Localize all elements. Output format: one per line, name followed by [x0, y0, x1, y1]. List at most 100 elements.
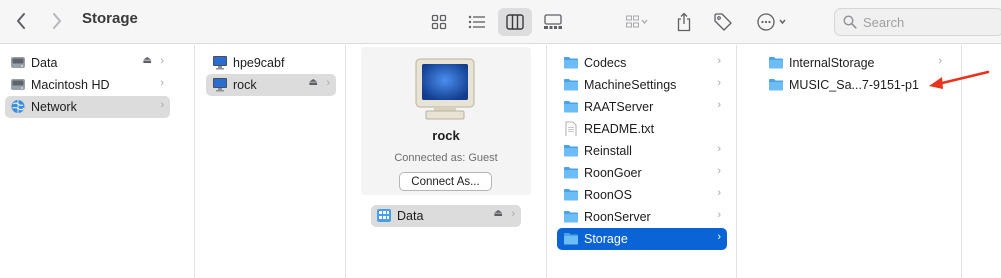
folder-item-roonos[interactable]: RoonOS ›	[557, 184, 727, 206]
sidebar-item-label: Macintosh HD	[31, 78, 110, 92]
file-item-readme-txt[interactable]: README.txt	[557, 118, 727, 140]
chevron-left-icon	[17, 13, 25, 29]
folder-item-music-share[interactable]: MUSIC_Sa...7-9151-p1 ›	[762, 74, 948, 96]
server-item-label: hpe9cabf	[233, 56, 285, 70]
folder-item-codecs[interactable]: Codecs ›	[557, 52, 727, 74]
folder-item-internalstorage[interactable]: InternalStorage ›	[762, 52, 948, 74]
more-actions-button[interactable]	[752, 8, 792, 36]
sidebar-item-macintosh-hd[interactable]: Macintosh HD ›	[5, 74, 170, 96]
folder-icon	[564, 145, 578, 157]
connect-as-button[interactable]: Connect As...	[399, 172, 492, 191]
magnifier-icon	[843, 15, 857, 29]
chevron-right-icon: ›	[160, 55, 164, 67]
chevron-right-icon: ›	[717, 165, 721, 177]
search-input[interactable]	[863, 14, 993, 30]
folder-item-roongoer[interactable]: RoonGoer ›	[557, 162, 727, 184]
folder-icon	[564, 211, 578, 223]
folder-item-label: README.txt	[584, 122, 655, 136]
folder-icon	[564, 233, 578, 245]
group-by-button[interactable]	[614, 9, 660, 35]
server-preview-card: rock Connected as: Guest Connect As...	[361, 47, 531, 195]
data-folder-column[interactable]: Codecs › MachineSettings › RAATServer › README…	[548, 45, 737, 278]
chevron-right-icon: ›	[717, 231, 721, 243]
back-button[interactable]	[8, 9, 34, 33]
column-view-button[interactable]	[498, 8, 532, 36]
folder-item-label: RoonServer	[584, 210, 651, 224]
folder-item-label: RAATServer	[584, 100, 654, 114]
shared-volume-icon	[377, 209, 391, 222]
ellipsis-circle-icon	[757, 13, 786, 31]
toolbar: Storage	[0, 0, 1001, 44]
red-arrow-annotation	[929, 70, 990, 89]
share-item-data[interactable]: Data ⏏ ›	[371, 205, 521, 227]
folder-item-label: Storage	[584, 232, 628, 246]
folder-icon	[769, 57, 783, 69]
chevron-right-icon: ›	[717, 187, 721, 199]
folder-item-label: MUSIC_Sa...7-9151-p1	[789, 78, 919, 92]
tag-icon	[714, 13, 732, 31]
folder-item-label: Reinstall	[584, 144, 632, 158]
grid-icon	[431, 14, 447, 30]
drive-icon	[11, 79, 25, 90]
folder-item-roonserver[interactable]: RoonServer ›	[557, 206, 727, 228]
server-name: rock	[432, 128, 460, 143]
folder-icon	[769, 79, 783, 91]
crt-monitor-icon	[415, 58, 475, 120]
monitor-icon	[213, 56, 227, 70]
chevron-right-icon: ›	[717, 77, 721, 89]
sidebar-item-label: Network	[31, 100, 77, 114]
chevron-right-icon: ›	[717, 55, 721, 67]
window-title: Storage	[82, 10, 138, 27]
folder-item-machinesettings[interactable]: MachineSettings ›	[557, 74, 727, 96]
chevron-right-icon: ›	[717, 99, 721, 111]
chevron-right-icon: ›	[717, 143, 721, 155]
sidebar-item-data[interactable]: Data ⏏ ›	[5, 52, 170, 74]
icon-view-button[interactable]	[422, 8, 456, 36]
sidebar-item-network[interactable]: Network ›	[5, 96, 170, 118]
drive-icon	[11, 57, 25, 68]
forward-button[interactable]	[44, 9, 70, 33]
tag-button[interactable]	[710, 8, 736, 36]
share-button[interactable]	[672, 8, 696, 36]
folder-item-reinstall[interactable]: Reinstall ›	[557, 140, 727, 162]
chevron-right-icon: ›	[160, 99, 164, 111]
group-grid-icon	[626, 15, 648, 28]
chevron-right-icon	[53, 13, 61, 29]
chevron-right-icon: ›	[717, 209, 721, 221]
gallery-view-button[interactable]	[536, 8, 570, 36]
chevron-right-icon: ›	[938, 55, 942, 67]
network-column[interactable]: hpe9cabf rock ⏏ ›	[196, 45, 346, 278]
folder-icon	[564, 167, 578, 179]
folder-icon	[564, 189, 578, 201]
folder-item-label: RoonOS	[584, 188, 632, 202]
folder-icon	[564, 57, 578, 69]
sidebar-column[interactable]: Data ⏏ › Macintosh HD › Network ›	[0, 45, 195, 278]
eject-icon[interactable]: ⏏	[494, 208, 503, 219]
sidebar-item-label: Data	[31, 56, 58, 70]
chevron-right-icon: ›	[326, 77, 330, 89]
server-item-rock[interactable]: rock ⏏ ›	[206, 74, 336, 96]
eject-icon[interactable]: ⏏	[309, 77, 318, 88]
folder-item-storage[interactable]: Storage ›	[557, 228, 727, 250]
folder-item-label: RoonGoer	[584, 166, 642, 180]
text-file-icon	[565, 121, 577, 136]
chevron-right-icon: ›	[160, 77, 164, 89]
connection-status: Connected as: Guest	[394, 152, 498, 164]
folder-item-label: Codecs	[584, 56, 627, 70]
folder-icon	[564, 79, 578, 91]
folder-icon	[564, 101, 578, 113]
gallery-icon	[544, 14, 562, 29]
list-view-button[interactable]	[460, 8, 494, 36]
eject-icon[interactable]: ⏏	[143, 55, 152, 66]
server-item-label: rock	[233, 78, 257, 92]
folder-item-label: InternalStorage	[789, 56, 875, 70]
share-icon	[677, 12, 691, 32]
network-globe-icon	[11, 100, 25, 113]
server-item-hpe9cabf[interactable]: hpe9cabf	[206, 52, 336, 74]
search-field[interactable]	[834, 8, 1001, 36]
list-icon	[468, 15, 485, 29]
chevron-right-icon: ›	[511, 208, 515, 220]
folder-item-raatserver[interactable]: RAATServer ›	[557, 96, 727, 118]
share-item-label: Data	[397, 209, 424, 223]
columns-icon	[506, 14, 524, 30]
